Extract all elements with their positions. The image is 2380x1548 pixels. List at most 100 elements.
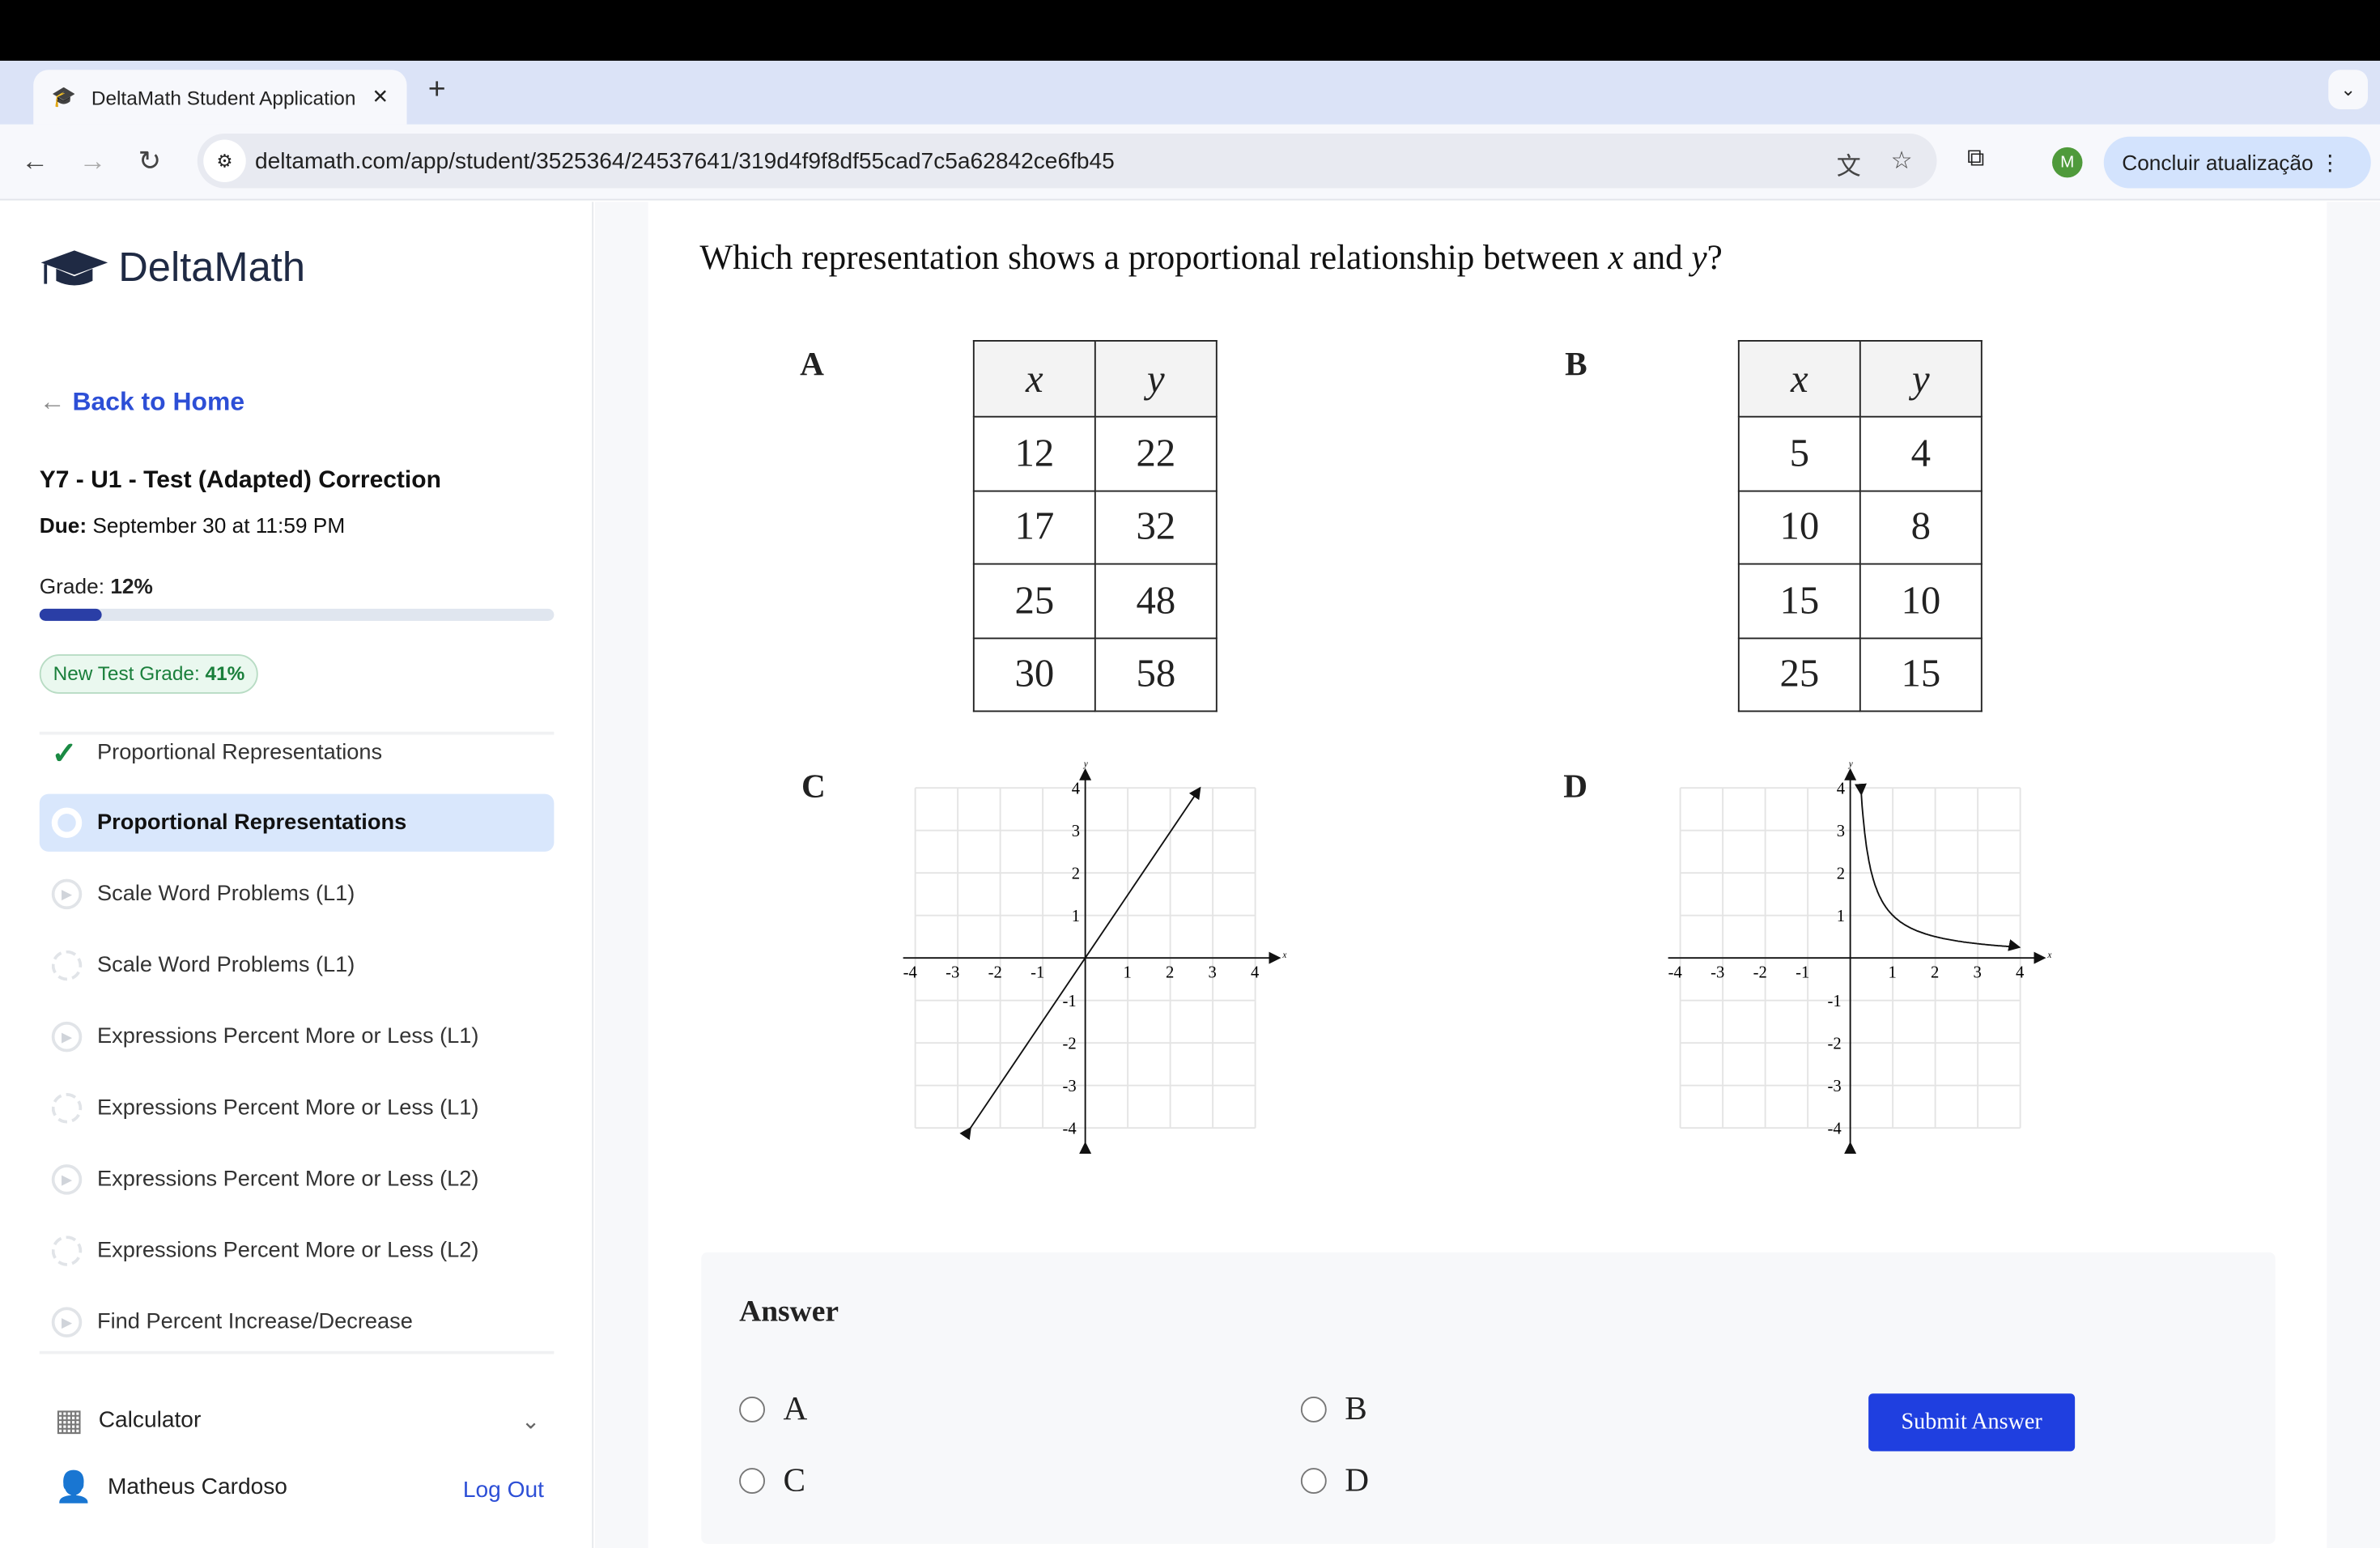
translate-icon[interactable]: 文	[1837, 146, 1861, 182]
y-tick-label: -4	[1063, 1121, 1077, 1138]
option-label: B	[1345, 1389, 1367, 1427]
table-row: 17 32	[972, 489, 1218, 565]
problem-area: Which representation shows a proportiona…	[648, 202, 2327, 1548]
y-tick-label: 1	[1072, 908, 1080, 925]
submit-answer-button[interactable]: Submit Answer	[1868, 1393, 2076, 1452]
sidebar-item[interactable]: ▶ Expressions Percent More or Less (L2)	[40, 1150, 555, 1208]
grade-label: Grade:	[39, 573, 105, 598]
x-tick-label: 2	[1166, 964, 1174, 982]
browser-tab[interactable]: 🎓 DeltaMath Student Application ✕	[33, 70, 407, 125]
x-axis-label: x	[1281, 950, 1286, 960]
chevron-down-icon: ⌄	[521, 1408, 541, 1434]
deltamath-logo[interactable]: DeltaMath	[40, 245, 305, 291]
profile-avatar[interactable]: M	[2052, 147, 2083, 178]
y-axis-label: y	[1083, 760, 1088, 769]
radio-button[interactable]	[1300, 1396, 1327, 1422]
option-label: C	[783, 1460, 806, 1499]
play-icon: ▶	[51, 878, 83, 910]
new-tab-button[interactable]: +	[428, 73, 446, 108]
calculator-label: Calculator	[98, 1407, 202, 1433]
calculator-toggle[interactable]: ▦ Calculator ⌄	[55, 1401, 541, 1440]
extensions-icon[interactable]: ⧉	[1967, 146, 1984, 173]
update-button[interactable]: Concluir atualização ⋮	[2103, 136, 2371, 189]
sidebar: DeltaMath ← Back to Home Y7 - U1 - Test …	[0, 202, 594, 1548]
x-tick-label: 3	[1209, 964, 1217, 982]
sidebar-item[interactable]: Scale Word Problems (L1)	[40, 937, 555, 994]
option-d-radio[interactable]: D	[1300, 1460, 1370, 1500]
calculator-icon: ▦	[54, 1404, 83, 1438]
sidebar-item[interactable]: ▶ Expressions Percent More or Less (L1)	[40, 1008, 555, 1065]
x-tick-label: 2	[1931, 964, 1939, 982]
y-tick-label: -2	[1828, 1036, 1842, 1053]
sidebar-item[interactable]: ▶ Find Percent Increase/Decrease	[40, 1294, 555, 1351]
x-tick-label: 4	[1251, 964, 1259, 982]
x-tick-label: -4	[903, 964, 917, 982]
back-arrow-icon[interactable]: ←	[21, 146, 49, 177]
item-label: Expressions Percent More or Less (L1)	[97, 1095, 479, 1121]
close-icon[interactable]: ✕	[372, 85, 389, 109]
x-tick-label: -4	[1668, 964, 1682, 982]
progress-ring-icon	[51, 1093, 83, 1124]
option-label: D	[1345, 1460, 1370, 1499]
progress-ring-icon	[51, 950, 83, 981]
column-header: y	[1859, 340, 1983, 418]
grade: Grade: 12%	[40, 574, 153, 598]
y-tick-label: -2	[1063, 1036, 1077, 1053]
table-cell: 8	[1859, 489, 1983, 565]
answer-heading: Answer	[739, 1295, 839, 1329]
graduation-cap-icon: 🎓	[51, 85, 77, 108]
browser-toolbar: ← → ↻ ⚙ deltamath.com/app/student/3525364…	[0, 124, 2380, 201]
reload-icon[interactable]: ↻	[138, 146, 161, 177]
option-b-radio[interactable]: B	[1300, 1389, 1367, 1429]
graph-d: x y -4 -4 -3 -3 -2 -2 -1 -1 1 1 2 2 3 3 4 4	[1668, 760, 2051, 1154]
x-tick-label: -3	[946, 964, 959, 982]
item-label: Expressions Percent More or Less (L2)	[97, 1167, 479, 1192]
logout-link[interactable]: Log Out	[463, 1477, 544, 1503]
table-header-row: xy	[972, 340, 1218, 418]
y-tick-label: -3	[1063, 1078, 1077, 1095]
back-to-home-link[interactable]: ← Back to Home	[40, 387, 244, 418]
column-header: y	[1094, 340, 1218, 418]
checkmark-icon: ✓	[51, 737, 78, 771]
y-tick-label: 4	[1072, 780, 1080, 798]
y-tick-label: 3	[1837, 823, 1845, 840]
curve-series	[1854, 783, 2021, 951]
option-b-label: B	[1565, 344, 1587, 383]
table-cell: 30	[972, 636, 1096, 712]
option-c-radio[interactable]: C	[739, 1461, 805, 1500]
graph-c: x y -4 -4 -3 -3 -2 -2 -1 -1 1 1 2 2 3 3 4 4	[903, 760, 1286, 1154]
table-cell: 22	[1094, 415, 1218, 491]
option-a-radio[interactable]: A	[739, 1389, 807, 1429]
sidebar-item[interactable]: Proportional Representations	[39, 793, 555, 852]
sidebar-item[interactable]: Expressions Percent More or Less (L2)	[40, 1222, 555, 1279]
address-bar[interactable]: ⚙ deltamath.com/app/student/3525364/24537…	[197, 134, 1937, 189]
tab-search-button[interactable]: ⌄	[2328, 70, 2368, 109]
sidebar-item[interactable]: Expressions Percent More or Less (L1)	[40, 1079, 555, 1137]
sidebar-item[interactable]: ▶ Scale Word Problems (L1)	[40, 865, 555, 923]
table-row: 10 8	[1737, 489, 1983, 565]
new-grade-label: New Test Grade:	[53, 661, 200, 685]
table-cell: 32	[1094, 489, 1218, 565]
column-header: x	[972, 340, 1096, 418]
sidebar-item[interactable]: ✓ Proportional Representations	[40, 724, 555, 781]
back-label: Back to Home	[72, 387, 245, 416]
site-info-icon[interactable]: ⚙	[203, 139, 246, 182]
progress-ring-icon	[51, 1235, 83, 1266]
grade-value: 12%	[110, 573, 153, 598]
forward-arrow-icon[interactable]: →	[79, 146, 107, 177]
table-cell: 15	[1737, 563, 1861, 639]
table-cell: 58	[1094, 636, 1218, 712]
table-row: 54	[1737, 415, 1983, 491]
x-axis-label: x	[2046, 950, 2051, 960]
gutter	[2327, 202, 2380, 1548]
radio-button[interactable]	[739, 1396, 765, 1422]
table-header-row: xy	[1737, 340, 1983, 418]
star-icon[interactable]: ☆	[1891, 146, 1913, 176]
y-tick-label: 3	[1072, 823, 1080, 840]
x-tick-label: -3	[1711, 964, 1724, 982]
grade-progress-bar	[39, 608, 555, 621]
play-icon: ▶	[51, 1021, 83, 1053]
radio-button[interactable]	[739, 1467, 765, 1494]
radio-button[interactable]	[1300, 1467, 1327, 1494]
new-test-grade-badge: New Test Grade: 41%	[39, 654, 259, 694]
